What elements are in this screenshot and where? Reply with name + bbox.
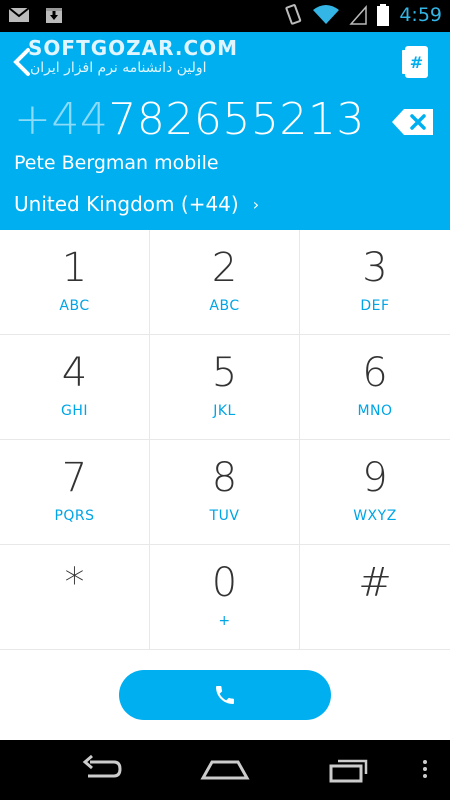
dialed-digits: 782655213 bbox=[108, 94, 365, 145]
call-row bbox=[0, 650, 450, 740]
key-9[interactable]: 9 WXYZ bbox=[300, 440, 450, 545]
key-4[interactable]: 4 GHI bbox=[0, 335, 150, 440]
svg-text:#: # bbox=[410, 53, 423, 72]
vibrate-icon bbox=[285, 4, 302, 25]
key-letters: MNO bbox=[357, 403, 393, 419]
overflow-menu-icon[interactable] bbox=[420, 754, 430, 784]
back-icon[interactable] bbox=[78, 754, 124, 784]
key-digit: 0 bbox=[211, 560, 238, 606]
download-icon bbox=[46, 8, 62, 23]
key-0[interactable]: 0 + bbox=[150, 545, 300, 650]
watermark-subtext: اولین دانشنامه نرم افزار ایران bbox=[30, 60, 207, 76]
wifi-icon bbox=[313, 5, 340, 24]
status-time: 4:59 bbox=[399, 4, 442, 26]
key-letters: GHI bbox=[60, 403, 88, 419]
key-digit: 4 bbox=[61, 350, 88, 396]
key-letters: JKL bbox=[213, 403, 236, 419]
contact-name: Pete Bergman mobile bbox=[14, 152, 219, 174]
key-7[interactable]: 7 PQRS bbox=[0, 440, 150, 545]
key-digit: 2 bbox=[211, 245, 238, 291]
key-8[interactable]: 8 TUV bbox=[150, 440, 300, 545]
key-digit: 3 bbox=[362, 245, 388, 291]
key-letters: WXYZ bbox=[353, 508, 397, 524]
key-letters: PQRS bbox=[54, 508, 95, 524]
key-letters: TUV bbox=[209, 508, 240, 524]
key-digit: * bbox=[64, 560, 85, 606]
key-digit: # bbox=[358, 560, 392, 606]
dialer-header: SOFTGOZAR.COM اولین دانشنامه نرم افزار ا… bbox=[0, 32, 450, 230]
signal-icon bbox=[349, 5, 368, 25]
home-icon[interactable] bbox=[200, 754, 250, 784]
key-digit: 5 bbox=[211, 350, 238, 396]
battery-icon bbox=[377, 4, 390, 26]
key-letters: ABC bbox=[209, 298, 240, 314]
keypad: 1 ABC 2 ABC 3 DEF 4 GHI 5 JKL 6 MNO 7 PQRS 8 TUV… bbox=[0, 230, 450, 650]
status-bar: 4:59 bbox=[0, 0, 450, 32]
gmail-icon bbox=[8, 7, 30, 22]
phone-icon bbox=[216, 686, 234, 704]
key-digit: 6 bbox=[362, 350, 388, 396]
key-digit: 1 bbox=[61, 245, 88, 291]
key-3[interactable]: 3 DEF bbox=[300, 230, 450, 335]
key-letters: DEF bbox=[360, 298, 390, 314]
key-letters: ABC bbox=[59, 298, 90, 314]
navigation-bar bbox=[0, 740, 450, 800]
key-hash[interactable]: # bbox=[300, 545, 450, 650]
recents-icon[interactable] bbox=[328, 754, 374, 784]
chevron-right-icon: › bbox=[252, 194, 260, 214]
key-letters: + bbox=[218, 613, 231, 629]
key-digit: 8 bbox=[211, 455, 238, 501]
key-6[interactable]: 6 MNO bbox=[300, 335, 450, 440]
backspace-icon[interactable] bbox=[390, 106, 436, 138]
key-2[interactable]: 2 ABC bbox=[150, 230, 300, 335]
key-digit: 7 bbox=[61, 455, 88, 501]
call-button[interactable] bbox=[119, 670, 331, 720]
country-selector[interactable]: United Kingdom (+44) › bbox=[14, 192, 259, 216]
dialpad-contact-icon[interactable]: # bbox=[402, 44, 430, 80]
dialed-number: +44782655213 bbox=[14, 94, 365, 145]
key-star[interactable]: * bbox=[0, 545, 150, 650]
key-5[interactable]: 5 JKL bbox=[150, 335, 300, 440]
watermark-text: SOFTGOZAR.COM bbox=[28, 36, 239, 60]
key-digit: 9 bbox=[362, 455, 388, 501]
country-label: United Kingdom (+44) bbox=[14, 192, 239, 216]
country-code: +44 bbox=[14, 94, 109, 145]
key-1[interactable]: 1 ABC bbox=[0, 230, 150, 335]
